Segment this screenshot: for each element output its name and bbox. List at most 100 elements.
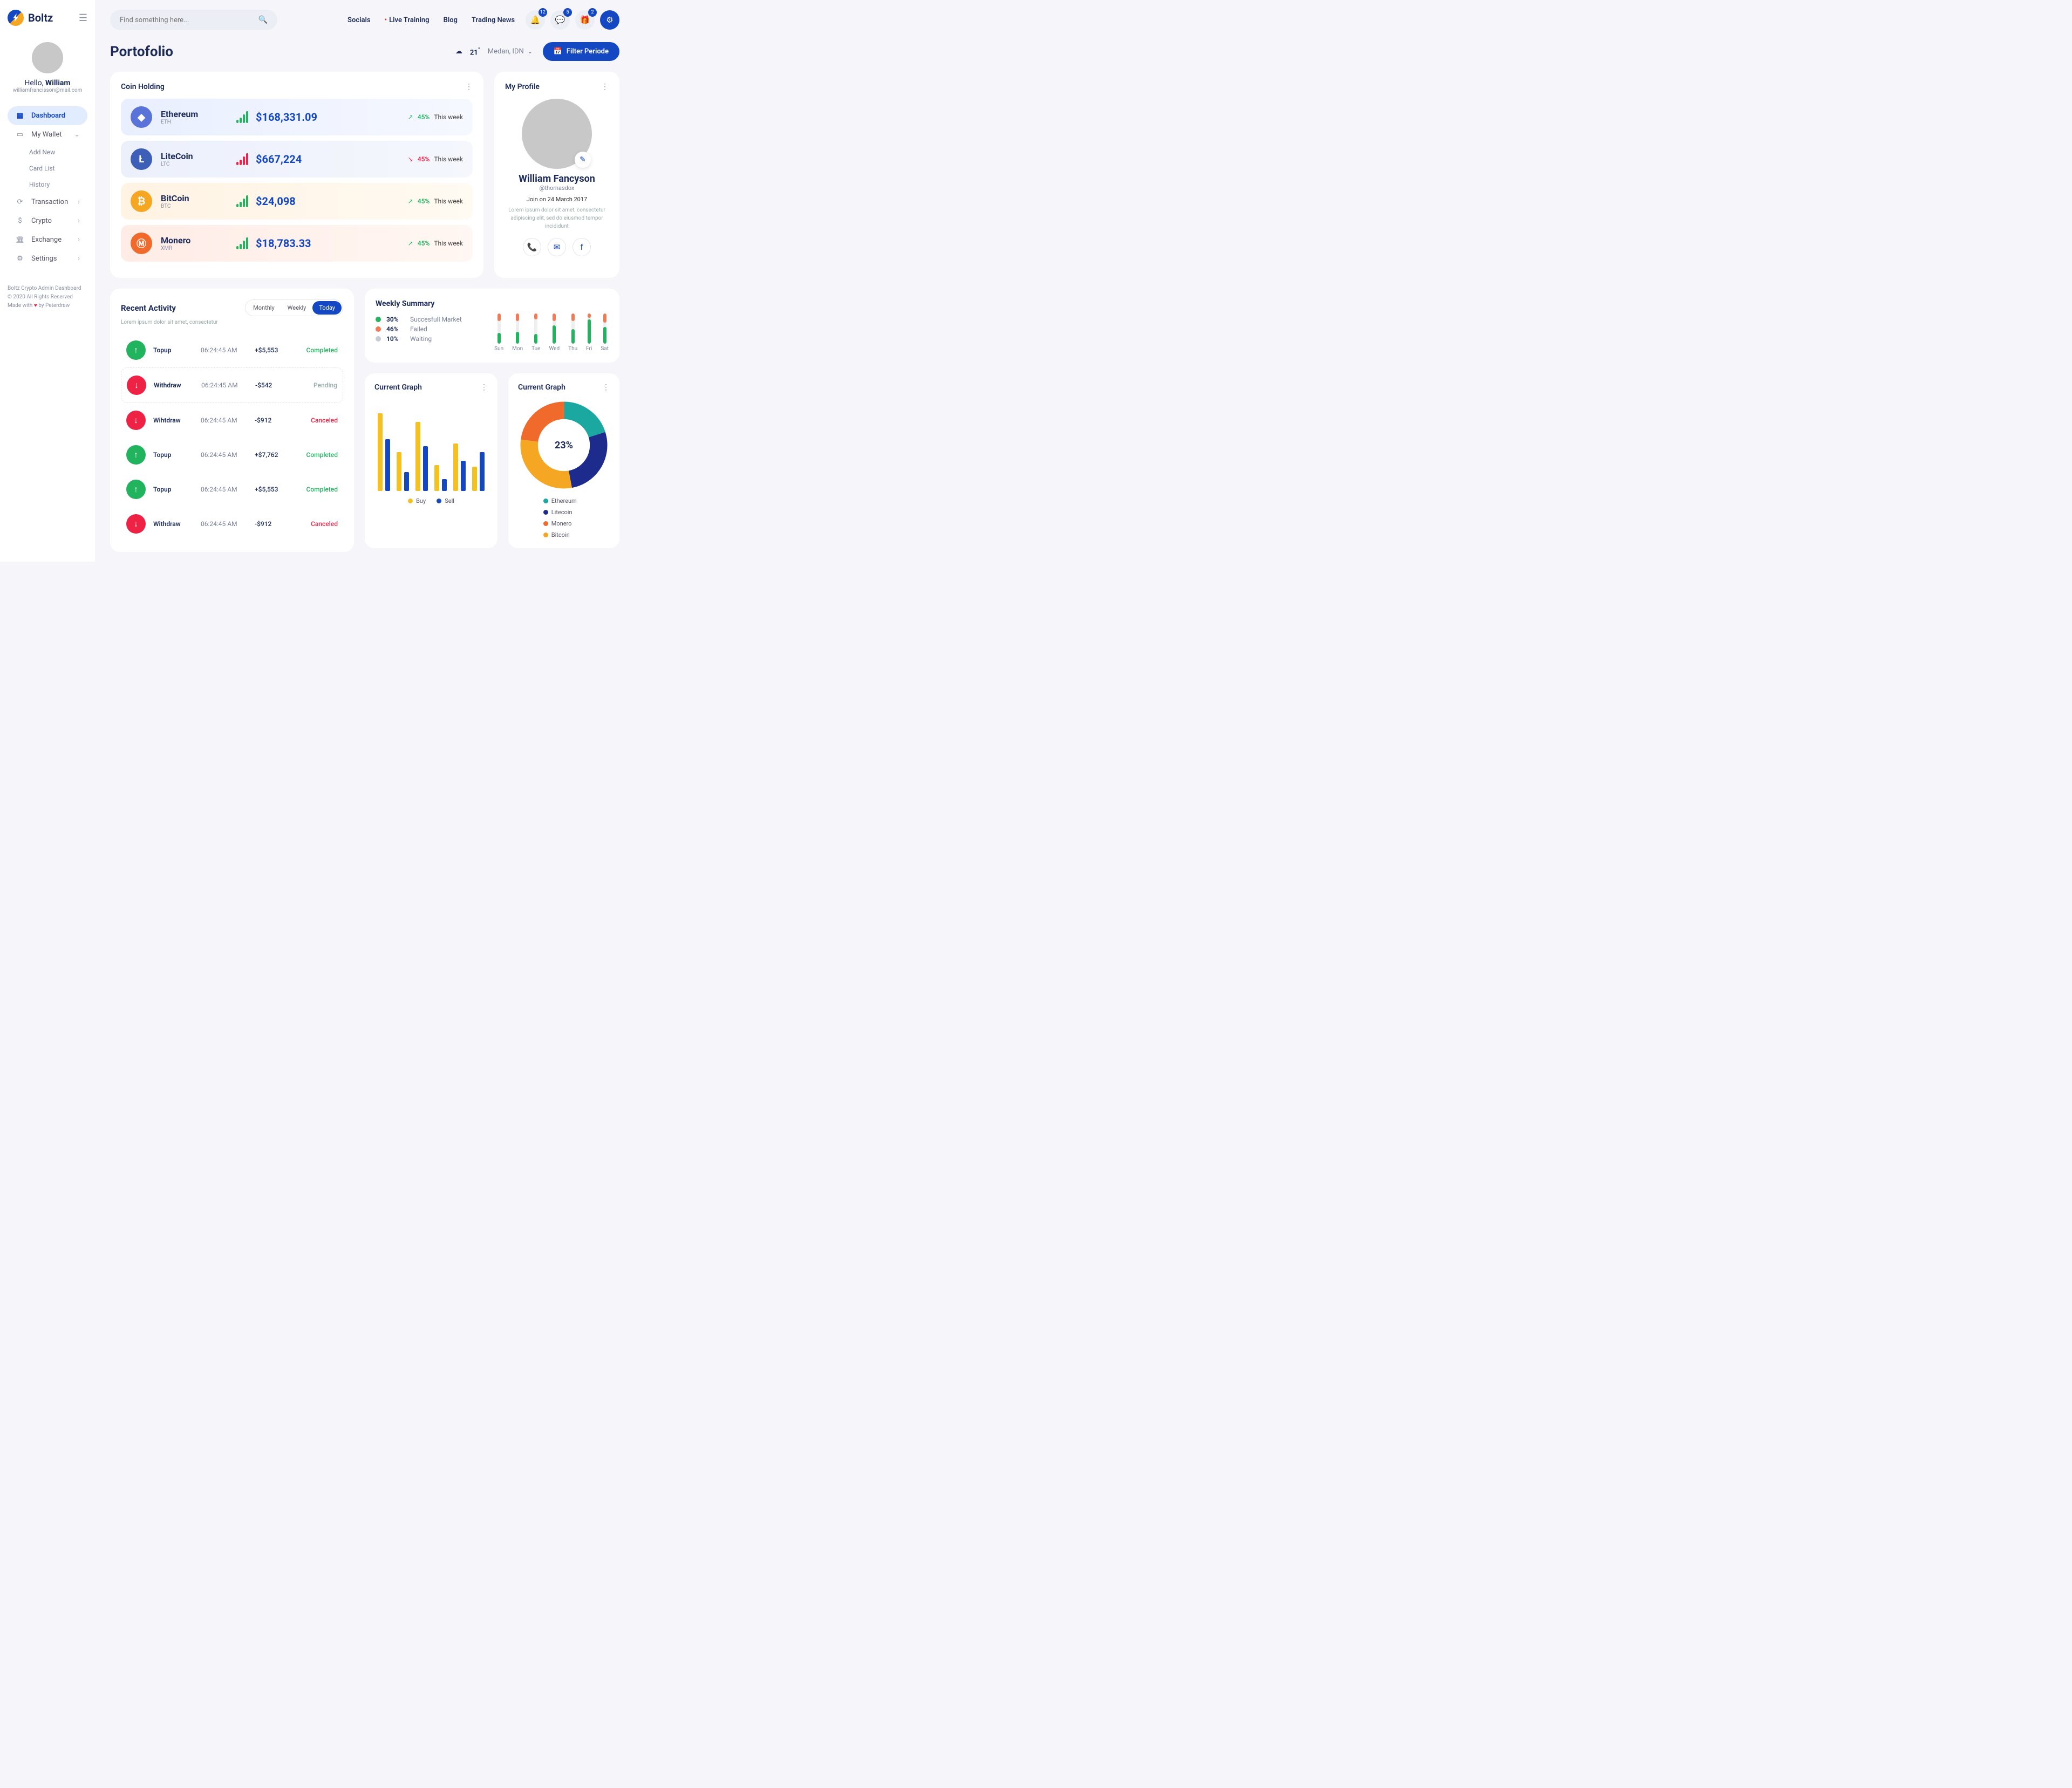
search-box[interactable]: 🔍 bbox=[110, 10, 277, 30]
facebook-icon[interactable]: f bbox=[572, 238, 591, 256]
coin-name: Monero bbox=[161, 235, 236, 245]
right-column: Weekly Summary 30%Succesfull Market46%Fa… bbox=[365, 289, 619, 552]
chat-icon[interactable]: 💬5 bbox=[550, 10, 570, 30]
toplink-live-training[interactable]: •Live Training bbox=[385, 16, 430, 24]
activity-name: Withdraw bbox=[154, 381, 201, 389]
activity-name: Topup bbox=[153, 486, 201, 493]
profile-card: My Profile ⋮ ✎ William Fancyson @thomasd… bbox=[494, 72, 619, 278]
activity-time: 06:24:45 AM bbox=[201, 346, 255, 354]
legend-dot-icon bbox=[543, 499, 548, 503]
legend-dot-icon bbox=[376, 326, 381, 332]
coin-row-xmr[interactable]: Ⓜ MoneroXMR $18,783.33 ↗45%This week bbox=[121, 225, 473, 262]
coin-holding-title: Coin Holding bbox=[121, 83, 165, 91]
user-avatar[interactable] bbox=[32, 42, 63, 73]
more-icon[interactable]: ⋮ bbox=[601, 83, 609, 91]
coin-row-eth[interactable]: ◆ EthereumETH $168,331.09 ↗45%This week bbox=[121, 99, 473, 135]
weekly-bar: Mon bbox=[512, 313, 523, 352]
gift-icon[interactable]: 🎁2 bbox=[575, 10, 595, 30]
chevron-down-icon: ⌄ bbox=[527, 47, 533, 56]
nav-item-add-new[interactable]: Add New bbox=[8, 144, 87, 160]
legend-item: Litecoin bbox=[543, 509, 585, 516]
coin-row-ltc[interactable]: Ł LiteCoinLTC $667,224 ↘45%This week bbox=[121, 141, 473, 178]
coin-value: $24,098 bbox=[256, 195, 353, 208]
activity-time: 06:24:45 AM bbox=[201, 417, 255, 424]
weather-temp: 21° bbox=[470, 46, 480, 57]
toplink-blog[interactable]: Blog bbox=[444, 16, 458, 24]
nav-list: ▦Dashboard▭My Wallet⌄Add NewCard ListHis… bbox=[8, 106, 87, 268]
profile-bio: Lorem ipsum dolor sit amet, consectetur … bbox=[505, 206, 609, 230]
edit-profile-button[interactable]: ✎ bbox=[575, 152, 591, 168]
top-links: Socials •Live Training Blog Trading News bbox=[347, 16, 515, 24]
profile-handle: @thomasdox bbox=[505, 185, 609, 192]
weekly-title: Weekly Summary bbox=[376, 299, 609, 308]
chevron-icon: ⌄ bbox=[74, 131, 80, 139]
tab-weekly[interactable]: Weekly bbox=[281, 301, 313, 315]
nav-item-dashboard[interactable]: ▦Dashboard bbox=[8, 106, 87, 125]
weekly-legend-item: 10%Waiting bbox=[376, 335, 483, 343]
spark-bars bbox=[236, 111, 248, 123]
nav-item-crypto[interactable]: $Crypto› bbox=[8, 211, 87, 230]
nav-item-settings[interactable]: ⚙Settings› bbox=[8, 249, 87, 268]
tab-monthly[interactable]: Monthly bbox=[247, 301, 281, 315]
sidebar: Boltz ☰ Hello, William williamfrancisson… bbox=[0, 0, 95, 562]
bell-icon[interactable]: 🔔12 bbox=[526, 10, 545, 30]
legend-item: Monero bbox=[543, 520, 585, 527]
activity-row[interactable]: ↑ Topup 06:24:45 AM +$5,553 Completed bbox=[121, 472, 343, 507]
more-icon[interactable]: ⋮ bbox=[465, 83, 473, 91]
spark-bars bbox=[236, 153, 248, 165]
nav-item-card-list[interactable]: Card List bbox=[8, 160, 87, 176]
legend-item: Buy bbox=[408, 497, 426, 504]
weekly-bar: Sat bbox=[601, 313, 609, 352]
greeting-name: William bbox=[45, 79, 71, 87]
nav-item-history[interactable]: History bbox=[8, 176, 87, 193]
footer-line-1: Boltz Crypto Admin Dashboard bbox=[8, 284, 87, 293]
nav-icon: ⟳ bbox=[15, 198, 25, 206]
weekly-bar: Thu bbox=[568, 313, 577, 352]
user-email: williamfrancisson@mail.com bbox=[8, 87, 87, 93]
activity-time: 06:24:45 AM bbox=[201, 486, 255, 493]
profile-join: Join on 24 March 2017 bbox=[505, 196, 609, 203]
arrow-down-icon: ↓ bbox=[127, 376, 146, 395]
more-icon[interactable]: ⋮ bbox=[602, 383, 610, 392]
activity-row[interactable]: ↓ Withdraw 06:24:45 AM -$912 Canceled bbox=[121, 507, 343, 541]
coin-symbol: ETH bbox=[161, 119, 236, 125]
coin-row-btc[interactable]: ₿ BitCoinBTC $24,098 ↗45%This week bbox=[121, 183, 473, 220]
nav-item-exchange[interactable]: 🏛Exchange› bbox=[8, 230, 87, 249]
tab-today[interactable]: Today bbox=[312, 301, 342, 315]
nav-item-transaction[interactable]: ⟳Transaction› bbox=[8, 193, 87, 211]
filter-periode-button[interactable]: 📅Filter Periode bbox=[543, 42, 619, 61]
activity-time: 06:24:45 AM bbox=[201, 451, 255, 459]
menu-toggle-icon[interactable]: ☰ bbox=[79, 12, 87, 24]
settings-icon[interactable]: ⚙ bbox=[600, 10, 619, 30]
search-input[interactable] bbox=[120, 16, 258, 24]
toplink-trading-news[interactable]: Trading News bbox=[472, 16, 515, 24]
search-icon[interactable]: 🔍 bbox=[258, 16, 268, 24]
weekly-bar: Sun bbox=[494, 313, 503, 352]
legend-item: Ethereum bbox=[543, 497, 585, 504]
bar-group bbox=[415, 422, 428, 491]
activity-time: 06:24:45 AM bbox=[201, 520, 255, 528]
graph2-title: Current Graph bbox=[518, 383, 565, 392]
more-icon[interactable]: ⋮ bbox=[480, 383, 488, 392]
mail-icon[interactable]: ✉ bbox=[548, 238, 566, 256]
toplink-socials[interactable]: Socials bbox=[347, 16, 371, 24]
nav-icon: ▦ bbox=[15, 112, 25, 120]
legend-dot-icon bbox=[376, 317, 381, 322]
weekly-summary-card: Weekly Summary 30%Succesfull Market46%Fa… bbox=[365, 289, 619, 363]
nav-icon: $ bbox=[15, 217, 25, 225]
location-picker[interactable]: Medan, IDN⌄ bbox=[488, 47, 533, 56]
greeting-prefix: Hello, bbox=[24, 79, 45, 87]
profile-socials: 📞 ✉ f bbox=[505, 238, 609, 256]
nav-item-my-wallet[interactable]: ▭My Wallet⌄ bbox=[8, 125, 87, 144]
nav-icon: 🏛 bbox=[15, 236, 25, 244]
weekly-legend-item: 46%Failed bbox=[376, 325, 483, 333]
main: 🔍 Socials•Live TrainingBlogTrading News … bbox=[95, 0, 635, 562]
activity-row[interactable]: ↓ Wihtdraw 06:24:45 AM -$912 Canceled bbox=[121, 403, 343, 438]
phone-icon[interactable]: 📞 bbox=[523, 238, 541, 256]
activity-row[interactable]: ↓ Withdraw 06:24:45 AM -$542 Pending bbox=[121, 367, 343, 403]
activity-row[interactable]: ↑ Topup 06:24:45 AM +$5,553 Completed bbox=[121, 333, 343, 367]
arrow-down-icon: ↓ bbox=[126, 411, 146, 430]
bar-group bbox=[434, 465, 447, 491]
activity-row[interactable]: ↑ Topup 06:24:45 AM +$7,762 Completed bbox=[121, 438, 343, 472]
activity-amount: +$5,553 bbox=[255, 346, 292, 354]
